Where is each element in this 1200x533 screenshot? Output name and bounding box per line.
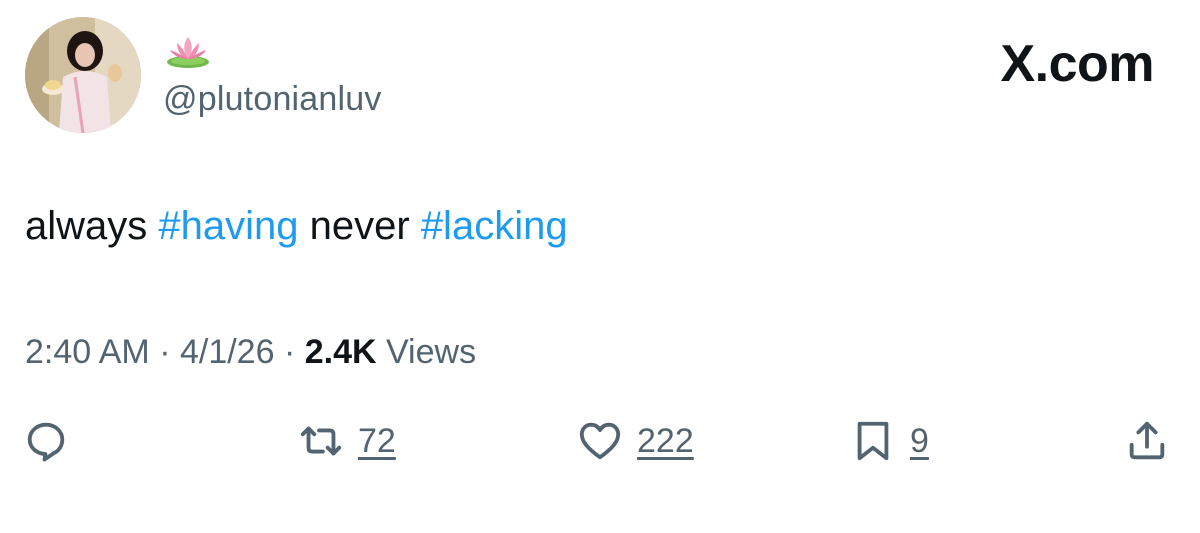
bookmark-icon [850, 418, 896, 464]
heart-icon [577, 418, 623, 464]
share-button[interactable] [1124, 418, 1170, 464]
avatar[interactable] [25, 17, 141, 133]
views-count: 2.4K [304, 333, 377, 371]
tweet-text: always #having never #lacking [25, 204, 568, 249]
hashtag-having[interactable]: #having [158, 204, 298, 248]
user-handle[interactable]: @plutonianluv [163, 80, 382, 119]
tweet-text-segment: always [25, 204, 159, 248]
views-label: Views [376, 333, 477, 371]
repost-icon [298, 418, 344, 464]
brand-logo: X.com [1000, 35, 1154, 93]
share-icon [1124, 418, 1170, 464]
tweet-text-segment: never [298, 204, 421, 248]
tweet-date[interactable]: 4/1/26 [180, 333, 275, 371]
repost-count[interactable]: 72 [358, 422, 396, 461]
lotus-emoji-icon [163, 33, 213, 69]
tweet-meta: 2:40 AM · 4/1/26 · 2.4K Views [25, 333, 476, 372]
meta-separator: · [149, 333, 180, 371]
repost-button[interactable]: 72 [298, 418, 396, 464]
meta-separator: · [274, 333, 305, 371]
like-count[interactable]: 222 [637, 422, 694, 461]
bookmark-count[interactable]: 9 [910, 422, 929, 461]
bookmark-button[interactable]: 9 [850, 418, 929, 464]
tweet-time[interactable]: 2:40 AM [25, 333, 150, 371]
hashtag-lacking[interactable]: #lacking [421, 204, 568, 248]
reply-button[interactable] [23, 418, 69, 464]
reply-icon [23, 418, 69, 464]
action-bar: 72 222 9 [0, 418, 1200, 478]
like-button[interactable]: 222 [577, 418, 694, 464]
